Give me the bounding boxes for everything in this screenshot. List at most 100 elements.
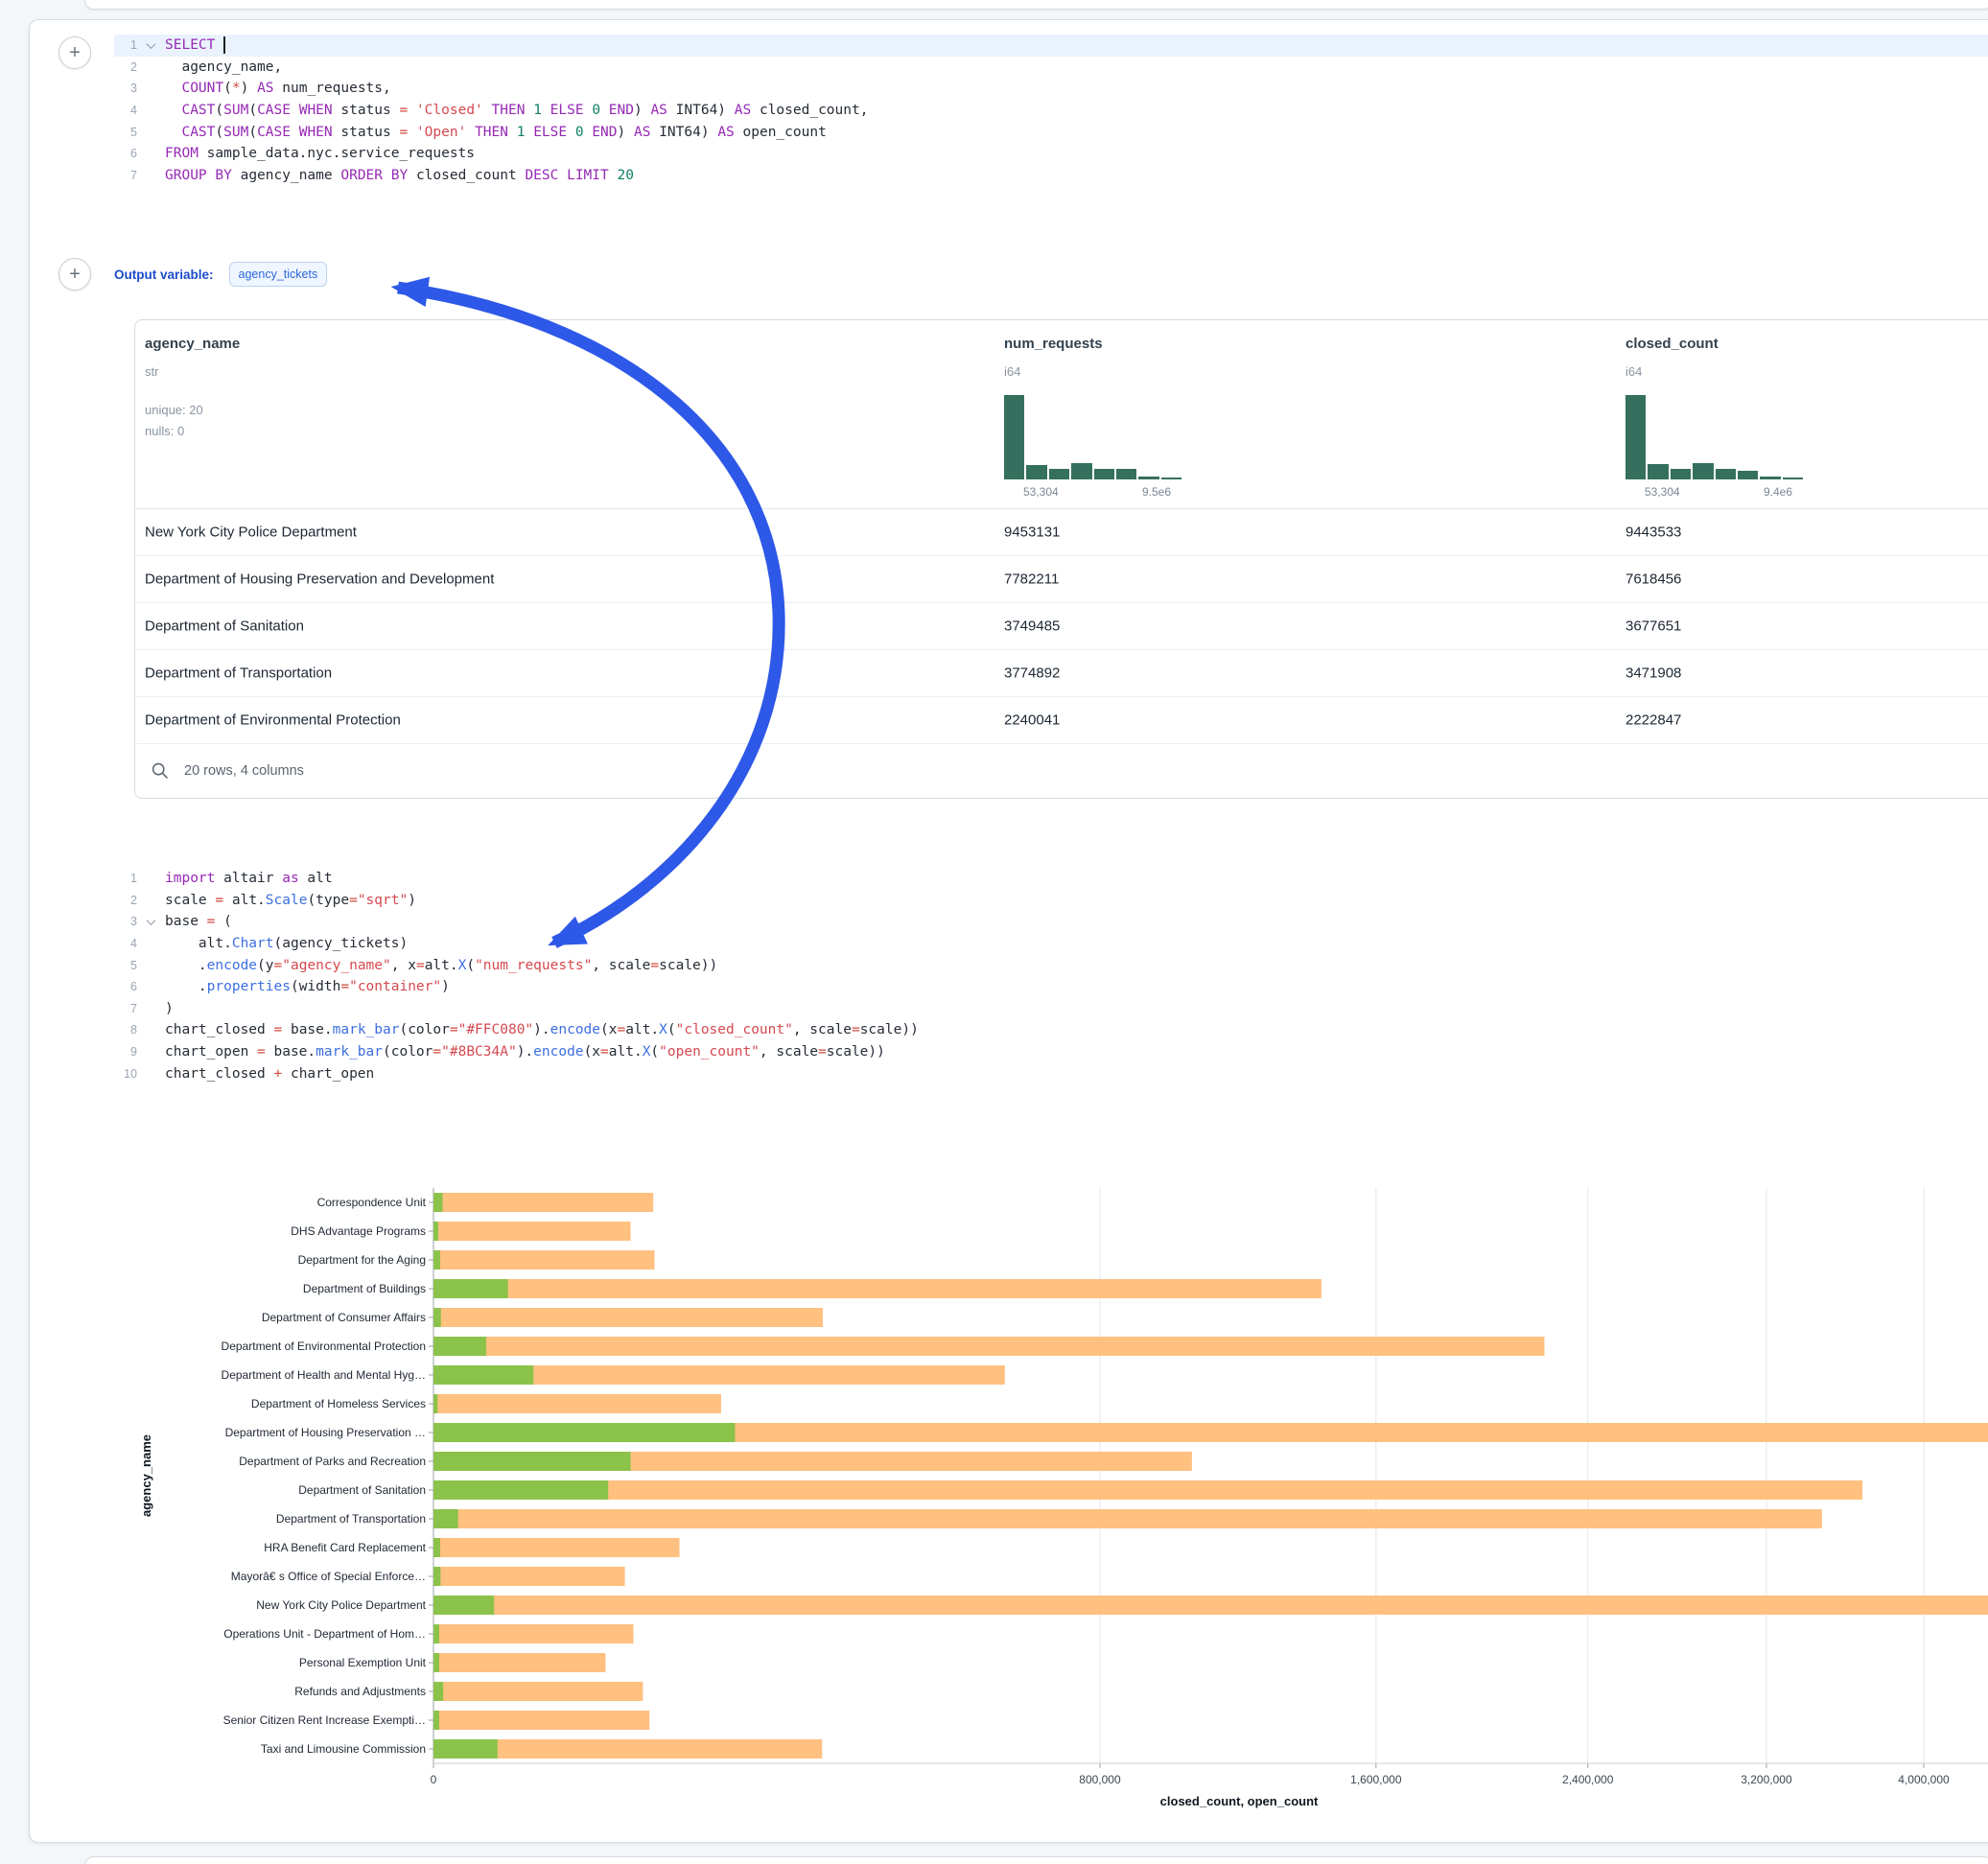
code-line[interactable]: 5 .encode(y="agency_name", x=alt.X("num_… [114,954,1988,976]
chart-bar-open_count[interactable] [433,1624,439,1643]
chart-bar-open_count[interactable] [433,1337,486,1356]
y-axis-label: Department of Sanitation [298,1483,426,1497]
code-line[interactable]: 6 .properties(width="container") [114,976,1988,998]
chart-bar-closed_count[interactable] [433,1480,1862,1500]
code-line[interactable]: 3base = ( [114,911,1988,933]
chart-bar-open_count[interactable] [433,1739,498,1759]
chart-bar-open_count[interactable] [433,1308,441,1327]
table-header: agency_namestrunique: 20nulls: 0num_requ… [135,320,1988,509]
chart-bar-open_count[interactable] [433,1653,439,1672]
y-axis-label: Senior Citizen Rent Increase Exempti… [223,1713,426,1727]
code-tokens: chart_closed + chart_open [165,1066,374,1082]
chart-bar-open_count[interactable] [433,1193,443,1212]
chart-bar-open_count[interactable] [433,1567,440,1586]
fold-chevron-icon[interactable] [137,919,165,925]
code-line[interactable]: 4 alt.Chart(agency_tickets) [114,933,1988,955]
output-variable-chip[interactable]: agency_tickets [229,262,328,287]
y-axis-label: Personal Exemption Unit [299,1656,427,1669]
code-line[interactable]: 1SELECT [114,35,1988,57]
add-cell-button-middle[interactable]: + [58,258,91,291]
code-tokens: .properties(width="container") [165,979,450,994]
chart-bar-closed_count[interactable] [433,1596,1988,1615]
code-line[interactable]: 2 agency_name, [114,57,1988,79]
chart-bar-open_count[interactable] [433,1222,438,1241]
chart-bar-closed_count[interactable] [433,1538,680,1557]
line-number: 3 [114,82,137,95]
y-axis-label: Department of Buildings [303,1282,426,1295]
code-line[interactable]: 10chart_closed + chart_open [114,1062,1988,1084]
code-line[interactable]: 8chart_closed = base.mark_bar(color="#FF… [114,1019,1988,1041]
table-body: New York City Police Department945313194… [135,509,1988,744]
column-header[interactable]: agency_name [145,336,240,352]
column-header[interactable]: num_requests [1004,336,1103,352]
fold-chevron-icon[interactable] [137,42,165,49]
code-line[interactable]: 9chart_open = base.mark_bar(color="#8BC3… [114,1041,1988,1063]
code-tokens: base = ( [165,914,232,929]
chart-bar-open_count[interactable] [433,1452,631,1471]
chart-bar-open_count[interactable] [433,1538,440,1557]
add-cell-button-top[interactable]: + [58,36,91,69]
chart-bar-closed_count[interactable] [433,1279,1321,1298]
x-tick-label: 4,000,000 [1898,1773,1950,1786]
code-line[interactable]: 7) [114,998,1988,1020]
code-tokens: chart_closed = base.mark_bar(color="#FFC… [165,1022,919,1037]
chart-bar-open_count[interactable] [433,1423,735,1442]
chart-bar-closed_count[interactable] [433,1509,1822,1528]
chart-bar-closed_count[interactable] [433,1193,653,1212]
chart-bar-open_count[interactable] [433,1365,533,1385]
chart-bar-open_count[interactable] [433,1711,439,1730]
python-code-editor[interactable]: 1import altair as alt2scale = alt.Scale(… [114,868,1988,1084]
line-number: 7 [114,169,137,182]
column-header[interactable]: closed_count [1625,336,1719,352]
chart-bar-closed_count[interactable] [433,1394,721,1413]
sql-code-editor[interactable]: 1SELECT 2 agency_name,3 COUNT(*) AS num_… [114,35,1988,186]
histogram-min-label: 53,304 [1645,485,1680,499]
chart-bar-open_count[interactable] [433,1279,508,1298]
code-line[interactable]: 4 CAST(SUM(CASE WHEN status = 'Closed' T… [114,100,1988,122]
chart-bar-closed_count[interactable] [433,1308,823,1327]
line-number: 5 [114,126,137,139]
code-tokens: SELECT [165,36,225,54]
chart-bar-closed_count[interactable] [433,1222,631,1241]
y-axis-label: Correspondence Unit [317,1196,427,1209]
chart-bar-closed_count[interactable] [433,1682,643,1701]
y-axis-label: Department of Consumer Affairs [262,1311,426,1324]
chart-bar-open_count[interactable] [433,1394,437,1413]
line-number: 7 [114,1002,137,1015]
code-line[interactable]: 5 CAST(SUM(CASE WHEN status = 'Open' THE… [114,121,1988,143]
table-row[interactable]: New York City Police Department945313194… [135,509,1988,556]
bar-chart[interactable]: 0800,0001,600,0002,400,0003,200,0004,000… [114,1175,1988,1827]
chart-bar-open_count[interactable] [433,1682,443,1701]
histogram-max-label: 9.5e6 [1142,485,1171,499]
code-line[interactable]: 6FROM sample_data.nyc.service_requests [114,143,1988,165]
results-table: agency_namestrunique: 20nulls: 0num_requ… [134,319,1988,799]
chart-bar-closed_count[interactable] [433,1567,625,1586]
table-row[interactable]: Department of Transportation377489234719… [135,650,1988,697]
x-axis-title: closed_count, open_count [1160,1794,1319,1808]
search-icon[interactable] [151,761,170,781]
table-row[interactable]: Department of Sanitation37494853677651 [135,603,1988,650]
chart-bar-closed_count[interactable] [433,1711,649,1730]
previous-cell-edge [84,0,1988,10]
text-cursor [223,36,225,54]
code-line[interactable]: 3 COUNT(*) AS num_requests, [114,78,1988,100]
code-line[interactable]: 7GROUP BY agency_name ORDER BY closed_co… [114,165,1988,187]
chart-bar-open_count[interactable] [433,1596,494,1615]
chart-bar-closed_count[interactable] [433,1653,605,1672]
code-line[interactable]: 2scale = alt.Scale(type="sqrt") [114,890,1988,912]
chart-bar-open_count[interactable] [433,1250,440,1270]
table-row[interactable]: Department of Housing Preservation and D… [135,556,1988,603]
chart-bar-closed_count[interactable] [433,1337,1544,1356]
code-tokens: COUNT(*) AS num_requests, [165,81,391,96]
chart-bar-closed_count[interactable] [433,1624,633,1643]
table-cell: 7618456 [1625,571,1681,588]
table-cell: 2240041 [1004,712,1060,729]
table-row[interactable]: Department of Environmental Protection22… [135,697,1988,744]
y-axis-label: Refunds and Adjustments [294,1685,426,1698]
chart-bar-open_count[interactable] [433,1480,608,1500]
code-line[interactable]: 1import altair as alt [114,868,1988,890]
y-axis-label: Department of Environmental Protection [222,1340,426,1353]
chart-bar-open_count[interactable] [433,1509,458,1528]
chart-bar-closed_count[interactable] [433,1250,654,1270]
code-tokens: scale = alt.Scale(type="sqrt") [165,893,416,908]
